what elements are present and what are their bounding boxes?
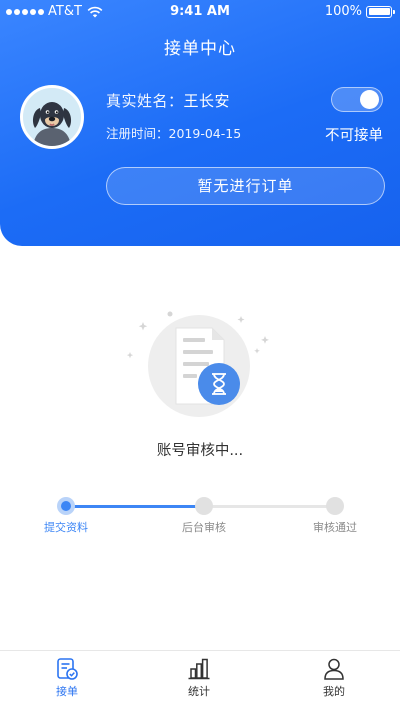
status-right: 100% (324, 4, 395, 19)
register-time: 注册时间：2019-04-15 (106, 123, 241, 142)
review-status-text: 账号审核中... (156, 443, 244, 459)
toggle-knob (360, 90, 379, 109)
progress-fill (66, 505, 201, 508)
step-dot-review (195, 497, 213, 515)
profile-icon (324, 658, 344, 680)
battery-percent: 100% (324, 4, 362, 19)
stats-icon (188, 658, 210, 680)
dog-avatar-icon (23, 88, 81, 146)
status-bar: AT&T 9:41 AM 100% (0, 0, 400, 22)
tab-label: 统计 (188, 685, 210, 698)
step-label-approved: 审核通过 (313, 521, 357, 534)
page-title: 接单中心 (164, 39, 236, 59)
avatar[interactable] (20, 85, 84, 149)
step-label-review: 后台审核 (182, 521, 226, 534)
register-label: 注册时间： (106, 126, 169, 141)
header: AT&T 9:41 AM 100% 接单中心 真实姓名：王长安 注册时间：201… (0, 0, 400, 246)
tab-profile[interactable]: 我的 (294, 657, 374, 699)
real-name: 真实姓名：王长安 (106, 90, 230, 111)
current-order-button[interactable]: 暂无进行订单 (106, 167, 385, 205)
review-illustration (120, 308, 280, 418)
toggle-status-label: 不可接单 (325, 128, 383, 144)
order-icon (57, 658, 78, 680)
name-value: 王长安 (183, 92, 231, 110)
document-hourglass-icon (126, 311, 269, 417)
tab-bar: 接单 统计 我的 (0, 650, 400, 711)
name-label: 真实姓名： (106, 92, 184, 110)
step-label-submit: 提交资料 (44, 521, 88, 534)
tab-label: 我的 (323, 685, 345, 698)
step-dot-approved (326, 497, 344, 515)
step-dot-submit (57, 497, 75, 515)
tab-stats[interactable]: 统计 (159, 657, 239, 699)
review-progress: 提交资料 后台审核 审核通过 (0, 495, 400, 545)
tab-label: 接单 (56, 685, 78, 698)
battery-icon (366, 5, 395, 18)
tab-orders[interactable]: 接单 (27, 657, 107, 699)
register-value: 2019-04-15 (168, 126, 242, 141)
accept-order-toggle[interactable] (331, 87, 383, 112)
